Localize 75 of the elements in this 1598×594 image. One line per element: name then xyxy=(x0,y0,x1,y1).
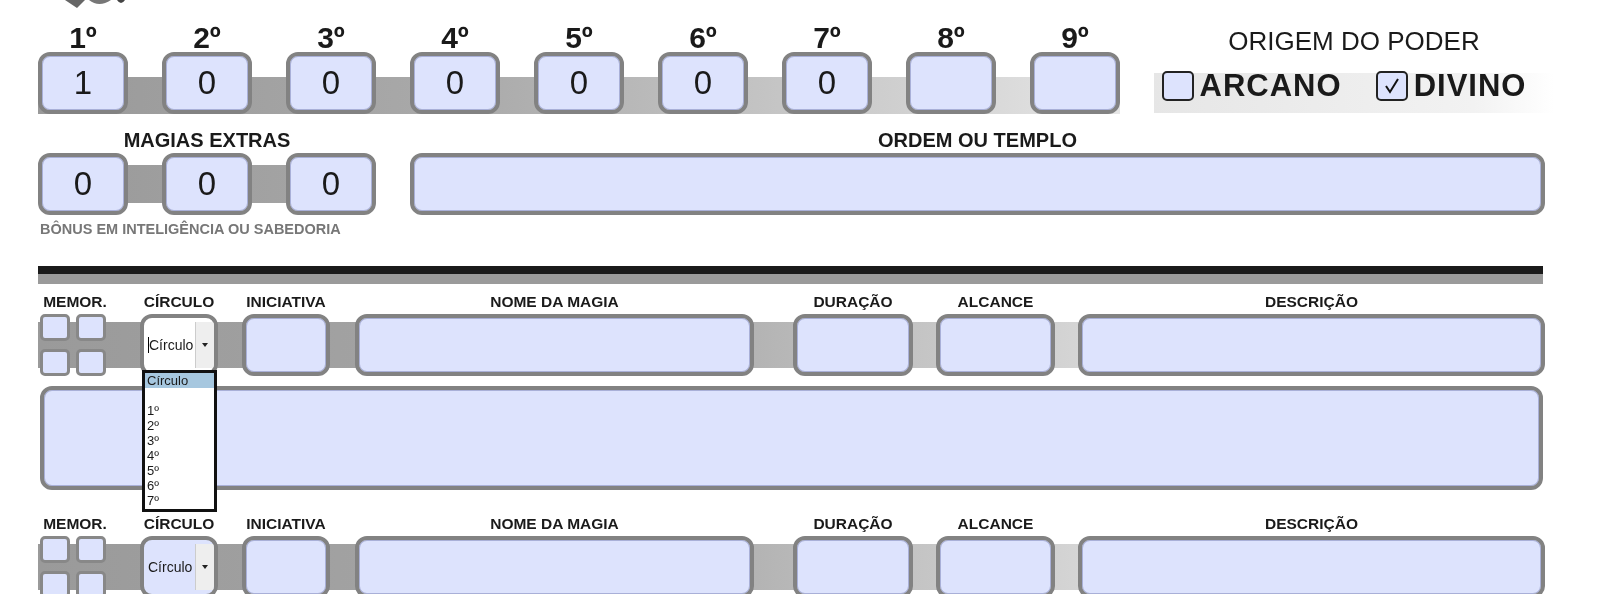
initiative-field[interactable] xyxy=(242,536,330,594)
spell-name-label: NOME DA MAGIA xyxy=(489,514,620,534)
checkbox[interactable] xyxy=(40,536,70,563)
spell-count-field[interactable]: 0 xyxy=(286,52,376,114)
level-label: 7º xyxy=(813,24,841,52)
dropdown-option[interactable]: 4º xyxy=(145,448,214,463)
bonus-note: BÔNUS EM INTELIGÊNCIA OU SABEDORIA xyxy=(40,221,342,237)
initiative-label: INICIATIVA xyxy=(245,514,327,534)
memorized-label: MEMOR. xyxy=(42,292,108,312)
checkbox[interactable] xyxy=(40,571,70,594)
spell-count-field[interactable]: 0 xyxy=(162,52,252,114)
dropdown-option[interactable]: Círculo xyxy=(145,373,214,388)
extra-spell-field[interactable]: 0 xyxy=(162,153,252,215)
dropdown-option[interactable]: 7º xyxy=(145,493,214,508)
extra-spells-title: MAGIAS EXTRAS xyxy=(123,128,291,153)
dropdown-caret-icon xyxy=(202,343,208,347)
level-label: 8º xyxy=(937,24,965,52)
option-label: DIVINO xyxy=(1413,68,1527,104)
range-label: ALCANCE xyxy=(956,514,1035,534)
notes-field[interactable] xyxy=(40,386,1543,490)
circle-label: CÍRCULO xyxy=(142,514,216,534)
spell-count-field[interactable] xyxy=(906,52,996,114)
duration-label: DURAÇÃO xyxy=(812,514,894,534)
spell-name-label: NOME DA MAGIA xyxy=(489,292,620,312)
spell-count-field[interactable]: 0 xyxy=(534,52,624,114)
checkbox[interactable] xyxy=(76,571,106,594)
spell-count-field[interactable]: 0 xyxy=(658,52,748,114)
duration-label: DURAÇÃO xyxy=(812,292,894,312)
extra-spell-field[interactable]: 0 xyxy=(286,153,376,215)
range-label: ALCANCE xyxy=(956,292,1035,312)
description-label: DESCRIÇÃO xyxy=(1264,514,1359,534)
order-field[interactable] xyxy=(410,153,1545,215)
level-label: 5º xyxy=(565,24,593,52)
spell-count-field[interactable]: 0 xyxy=(410,52,500,114)
level-label: 3º xyxy=(317,24,345,52)
level-label: 1º xyxy=(69,24,97,52)
extra-spell-field[interactable]: 0 xyxy=(38,153,128,215)
spell-count-field[interactable]: 1 xyxy=(38,52,128,114)
dropdown-option[interactable]: 2º xyxy=(145,418,214,433)
checkbox[interactable] xyxy=(76,349,106,376)
level-label: 2º xyxy=(193,24,221,52)
dropdown-option[interactable]: 6º xyxy=(145,478,214,493)
duration-field[interactable] xyxy=(793,536,913,594)
checkbox[interactable] xyxy=(1161,71,1194,101)
spell-name-field[interactable] xyxy=(355,536,754,594)
range-field[interactable] xyxy=(936,314,1055,376)
dropdown-option[interactable]: 1º xyxy=(145,403,214,418)
initiative-label: INICIATIVA xyxy=(245,292,327,312)
description-label: DESCRIÇÃO xyxy=(1264,292,1359,312)
dropdown-option[interactable]: 3º xyxy=(145,433,214,448)
range-field[interactable] xyxy=(936,536,1055,594)
level-label: 4º xyxy=(441,24,469,52)
checkbox[interactable] xyxy=(76,314,106,341)
option-label: ARCANO xyxy=(1199,68,1342,104)
description-field[interactable] xyxy=(1078,536,1545,594)
circle-label: CÍRCULO xyxy=(142,292,216,312)
power-origin-title: ORIGEM DO PODER xyxy=(1228,26,1480,56)
spell-count-field[interactable] xyxy=(1030,52,1120,114)
description-field[interactable] xyxy=(1078,314,1545,376)
level-label: 6º xyxy=(689,24,717,52)
initiative-field[interactable] xyxy=(242,314,330,376)
level-label: 9º xyxy=(1061,24,1089,52)
checkbox[interactable] xyxy=(40,349,70,376)
order-label: ORDEM OU TEMPLO xyxy=(878,128,1077,153)
spell-count-field[interactable]: 0 xyxy=(782,52,872,114)
memorized-label: MEMOR. xyxy=(42,514,108,534)
spell-name-field[interactable] xyxy=(355,314,754,376)
emblem-icon xyxy=(65,0,125,10)
dropdown-caret-icon xyxy=(202,565,208,569)
checkbox[interactable] xyxy=(40,314,70,341)
duration-field[interactable] xyxy=(793,314,913,376)
checkbox[interactable] xyxy=(1375,71,1408,101)
checkbox[interactable] xyxy=(76,536,106,563)
circle-select[interactable]: Círculo xyxy=(140,536,218,594)
dropdown-option[interactable]: 5º xyxy=(145,463,214,478)
